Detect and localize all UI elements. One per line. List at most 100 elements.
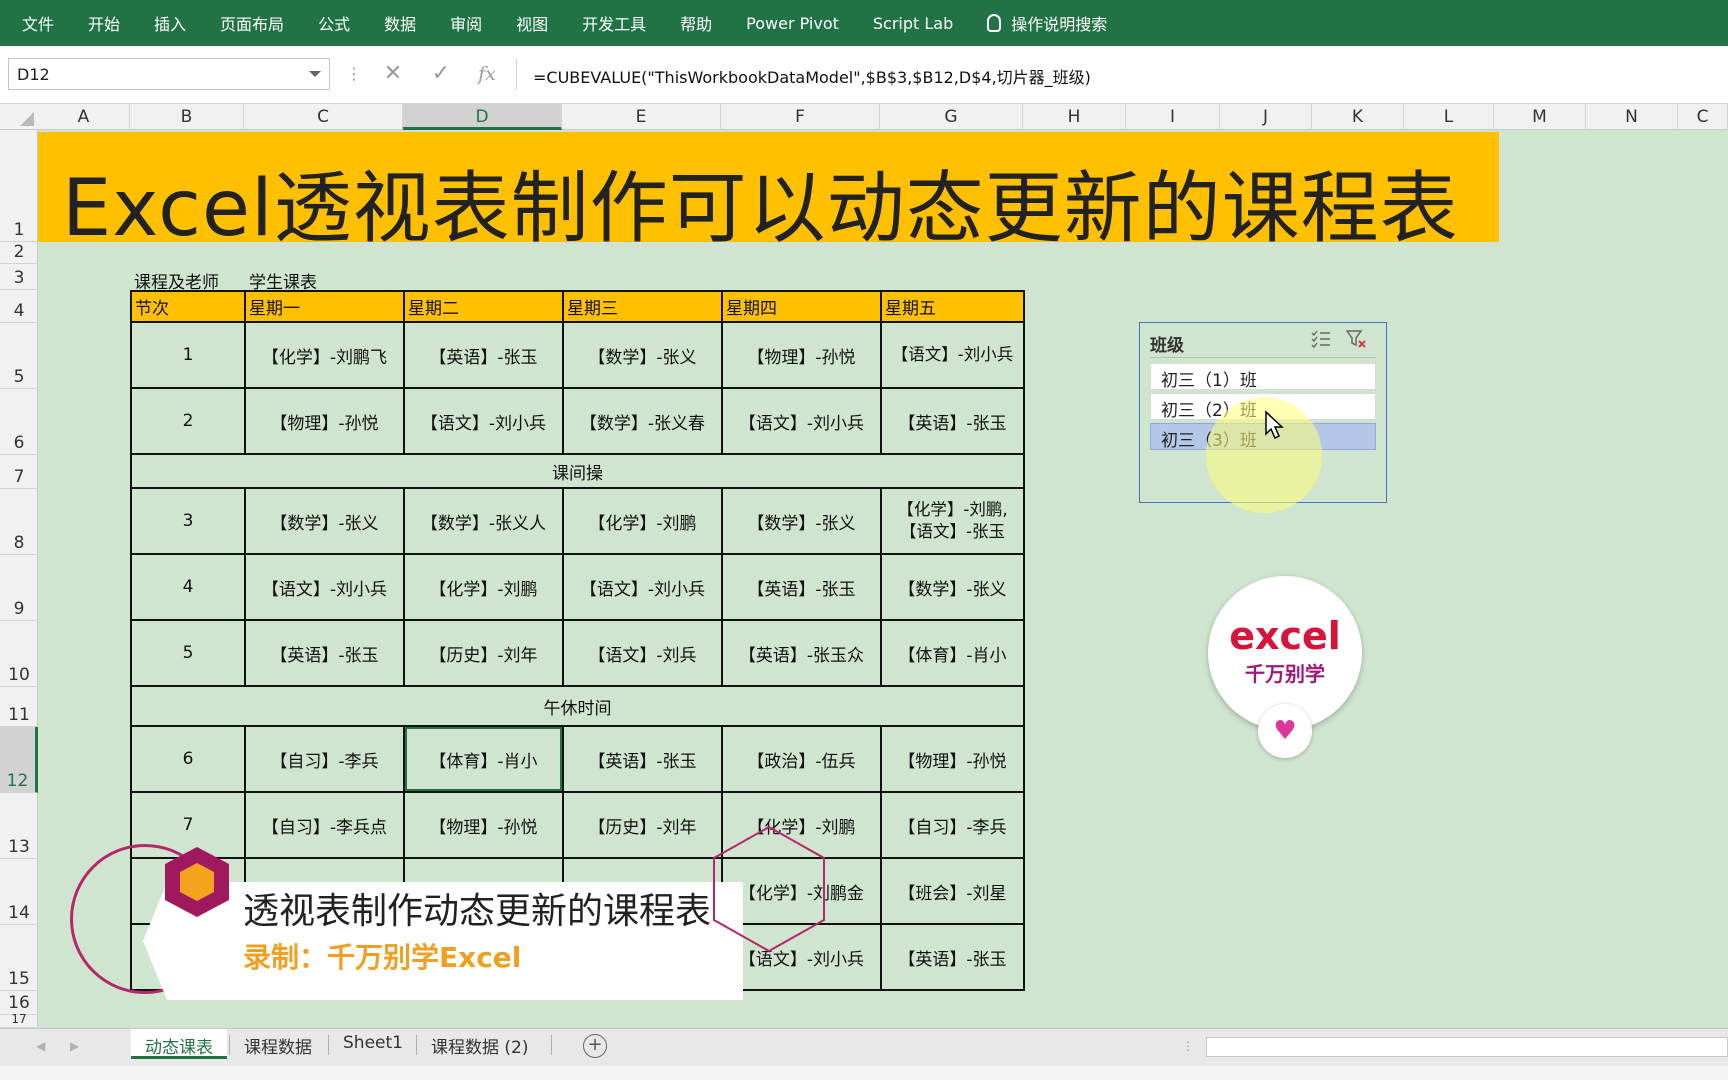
tab-script-lab[interactable]: Script Lab bbox=[856, 0, 970, 46]
course-cell[interactable]: 【英语】-张玉 bbox=[244, 619, 405, 687]
enter-check-icon[interactable]: ✓ bbox=[422, 56, 460, 92]
column-header[interactable]: G bbox=[880, 104, 1023, 130]
column-header[interactable]: C bbox=[244, 104, 403, 130]
header-cell[interactable]: 星期五 bbox=[880, 290, 1025, 323]
course-cell[interactable]: 【化学】-刘鹏飞 bbox=[244, 321, 405, 389]
period-cell[interactable]: 6 bbox=[130, 725, 246, 793]
course-cell[interactable]: 【数学】-张义 bbox=[721, 487, 882, 555]
tab-view[interactable]: 视图 bbox=[499, 0, 565, 46]
period-cell[interactable]: 1 bbox=[130, 321, 246, 389]
drag-handle-icon[interactable]: ⋮ bbox=[346, 64, 362, 83]
row-header[interactable]: 11 bbox=[0, 687, 38, 727]
column-header[interactable]: N bbox=[1586, 104, 1678, 130]
course-cell[interactable]: 【历史】-刘年 bbox=[403, 619, 564, 687]
course-cell[interactable]: 【班会】-刘星 bbox=[880, 857, 1025, 925]
sheet-tab[interactable]: 课程数据 (2) bbox=[417, 1029, 542, 1059]
header-cell[interactable]: 星期三 bbox=[562, 290, 723, 323]
horizontal-scrollbar[interactable] bbox=[1206, 1037, 1728, 1057]
course-cell[interactable]: 【自习】-李兵点 bbox=[244, 791, 405, 859]
resize-handle-icon[interactable]: ⋮ bbox=[1182, 1039, 1194, 1053]
course-cell[interactable]: 【数学】-张义春 bbox=[562, 387, 723, 455]
row-header[interactable]: 13 bbox=[0, 793, 38, 859]
course-cell[interactable]: 【物理】-孙悦 bbox=[403, 791, 564, 859]
active-cell[interactable]: 【体育】-肖小 bbox=[403, 725, 564, 793]
row-header[interactable]: 14 bbox=[0, 859, 38, 925]
row-header[interactable]: 17 bbox=[0, 1012, 38, 1028]
break-cell[interactable]: 午休时间 bbox=[130, 685, 1025, 727]
column-header[interactable]: J bbox=[1220, 104, 1312, 130]
header-cell[interactable]: 节次 bbox=[130, 290, 246, 323]
column-header[interactable]: F bbox=[721, 104, 880, 130]
tab-insert[interactable]: 插入 bbox=[137, 0, 203, 46]
column-header[interactable]: I bbox=[1126, 104, 1220, 130]
course-cell[interactable]: 【化学】-刘鹏,【语文】-张玉 bbox=[880, 487, 1025, 555]
tab-page-layout[interactable]: 页面布局 bbox=[203, 0, 301, 46]
course-cell[interactable]: 【数学】-张义人 bbox=[403, 487, 564, 555]
tab-review[interactable]: 审阅 bbox=[433, 0, 499, 46]
sheet-tab[interactable]: 课程数据 bbox=[230, 1029, 326, 1059]
course-cell[interactable]: 【英语】-张玉 bbox=[880, 387, 1025, 455]
insert-function-icon[interactable]: fx bbox=[468, 56, 506, 92]
formula-input[interactable]: =CUBEVALUE("ThisWorkbookDataModel",$B$3,… bbox=[516, 58, 1728, 90]
course-cell[interactable]: 【物理】-孙悦 bbox=[880, 725, 1025, 793]
course-cell[interactable]: 【英语】-张玉众 bbox=[721, 619, 882, 687]
row-header[interactable]: 5 bbox=[0, 323, 38, 389]
course-cell[interactable]: 【化学】-刘鹏 bbox=[403, 553, 564, 621]
course-cell[interactable]: 【语文】-刘小兵 bbox=[562, 553, 723, 621]
chevron-down-icon[interactable] bbox=[309, 71, 321, 77]
cancel-icon[interactable]: ✕ bbox=[374, 56, 412, 92]
row-header[interactable]: 8 bbox=[0, 489, 38, 555]
column-header[interactable]: B bbox=[130, 104, 244, 130]
course-cell[interactable]: 【英语】-张玉 bbox=[403, 321, 564, 389]
course-cell[interactable]: 【政治】-伍兵 bbox=[721, 725, 882, 793]
worksheet-grid[interactable]: Excel透视表制作可以动态更新的课程表 课程及老师 学生课表 节次 星期一 星… bbox=[38, 130, 1728, 1028]
row-header[interactable]: 1 bbox=[0, 130, 38, 242]
tab-file[interactable]: 文件 bbox=[0, 0, 71, 46]
course-cell[interactable]: 【数学】-张义 bbox=[562, 321, 723, 389]
period-cell[interactable]: 4 bbox=[130, 553, 246, 621]
course-cell[interactable]: 【历史】-刘年 bbox=[562, 791, 723, 859]
course-cell[interactable]: 【语文】-刘小兵 bbox=[244, 553, 405, 621]
course-cell[interactable]: 【体育】-肖小 bbox=[880, 619, 1025, 687]
column-header-selected[interactable]: D bbox=[403, 104, 562, 130]
tab-developer[interactable]: 开发工具 bbox=[565, 0, 663, 46]
column-header[interactable]: K bbox=[1312, 104, 1404, 130]
scroll-right-icon[interactable]: ▶ bbox=[70, 1039, 79, 1053]
tab-data[interactable]: 数据 bbox=[367, 0, 433, 46]
course-cell[interactable]: 【自习】-李兵 bbox=[880, 791, 1025, 859]
course-cell[interactable]: 【语文】-刘小兵 bbox=[721, 387, 882, 455]
row-header[interactable]: 7 bbox=[0, 455, 38, 489]
tab-home[interactable]: 开始 bbox=[71, 0, 137, 46]
header-cell[interactable]: 星期二 bbox=[403, 290, 564, 323]
course-cell[interactable]: 【英语】-张玉 bbox=[562, 725, 723, 793]
row-header[interactable]: 15 bbox=[0, 925, 38, 991]
row-header[interactable]: 3 bbox=[0, 264, 38, 290]
row-header[interactable]: 9 bbox=[0, 555, 38, 621]
tab-help[interactable]: 帮助 bbox=[663, 0, 729, 46]
column-header[interactable]: C bbox=[1678, 104, 1728, 130]
tab-power-pivot[interactable]: Power Pivot bbox=[729, 0, 856, 46]
slicer-item[interactable]: 初三（1）班 bbox=[1150, 363, 1376, 391]
course-cell[interactable]: 【物理】-孙悦 bbox=[244, 387, 405, 455]
sheet-tab-active[interactable]: 动态课表 bbox=[131, 1029, 227, 1059]
sheet-tab[interactable]: Sheet1 bbox=[329, 1029, 417, 1059]
course-cell[interactable]: 【数学】-张义 bbox=[244, 487, 405, 555]
period-cell[interactable]: 2 bbox=[130, 387, 246, 455]
row-header[interactable]: 2 bbox=[0, 242, 38, 264]
course-cell[interactable]: 【英语】-张玉 bbox=[721, 553, 882, 621]
column-header[interactable]: A bbox=[38, 104, 130, 130]
header-cell[interactable]: 星期四 bbox=[721, 290, 882, 323]
select-all-corner[interactable] bbox=[0, 104, 38, 130]
break-cell[interactable]: 课间操 bbox=[130, 453, 1025, 489]
course-cell[interactable]: 【数学】-张义 bbox=[880, 553, 1025, 621]
row-header[interactable]: 10 bbox=[0, 621, 38, 687]
clear-filter-icon[interactable] bbox=[1345, 329, 1368, 349]
course-cell[interactable]: 【语文】-刘兵 bbox=[562, 619, 723, 687]
tell-me-search[interactable]: 操作说明搜索 bbox=[970, 0, 1124, 46]
column-header[interactable]: M bbox=[1494, 104, 1586, 130]
multi-select-icon[interactable] bbox=[1310, 329, 1332, 349]
tab-formulas[interactable]: 公式 bbox=[301, 0, 367, 46]
row-header-selected[interactable]: 12 bbox=[0, 727, 38, 793]
add-sheet-button[interactable]: + bbox=[583, 1034, 607, 1058]
column-header[interactable]: E bbox=[562, 104, 721, 130]
